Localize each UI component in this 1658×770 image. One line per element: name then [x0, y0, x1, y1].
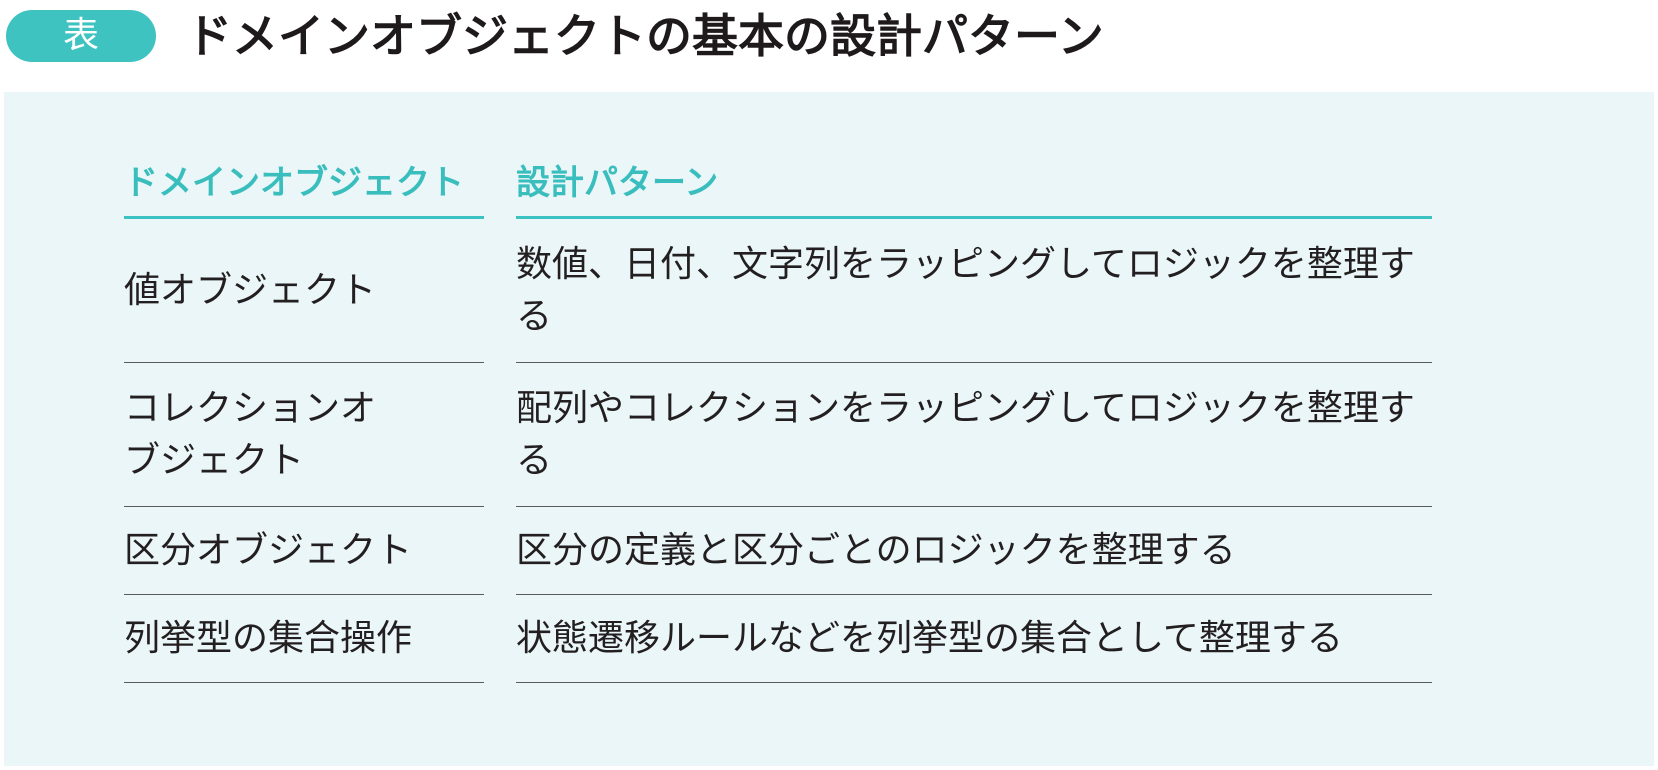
table-title: ドメインオブジェクトの基本の設計パターン: [186, 9, 1104, 63]
column-header-design-pattern: 設計パターン: [516, 150, 1432, 219]
table-row: コレクションオブジェクト 配列やコレクションをラッピングしてロジックを整理する: [124, 363, 1432, 507]
table-header-row: ドメインオブジェクト 設計パターン: [124, 150, 1432, 219]
column-gap: [484, 595, 516, 683]
column-gap: [484, 363, 516, 507]
column-header-domain-object: ドメインオブジェクト: [124, 150, 484, 219]
table-row: 列挙型の集合操作 状態遷移ルールなどを列挙型の集合として整理する: [124, 595, 1432, 683]
design-pattern-description: 配列やコレクションをラッピングしてロジックを整理する: [516, 387, 1415, 481]
domain-object-name: 列挙型の集合操作: [124, 617, 413, 659]
column-gap: [484, 507, 516, 595]
domain-object-cell: 列挙型の集合操作: [124, 595, 484, 683]
design-pattern-cell: 数値、日付、文字列をラッピングしてロジックを整理する: [516, 219, 1432, 363]
domain-object-name: コレクションオブジェクト: [124, 387, 377, 481]
domain-object-cell: 値オブジェクト: [124, 219, 484, 363]
domain-object-name: 値オブジェクト: [124, 269, 377, 311]
column-gap: [484, 150, 516, 219]
design-pattern-cell: 配列やコレクションをラッピングしてロジックを整理する: [516, 363, 1432, 507]
table-label-badge: 表: [6, 10, 156, 62]
design-pattern-description: 区分の定義と区分ごとのロジックを整理する: [516, 529, 1236, 571]
design-pattern-description: 数値、日付、文字列をラッピングしてロジックを整理する: [516, 243, 1415, 337]
table-row: 区分オブジェクト 区分の定義と区分ごとのロジックを整理する: [124, 507, 1432, 595]
table-header: 表 ドメインオブジェクトの基本の設計パターン: [0, 0, 1658, 88]
domain-object-cell: コレクションオブジェクト: [124, 363, 484, 507]
table-row: 値オブジェクト 数値、日付、文字列をラッピングしてロジックを整理する: [124, 219, 1432, 363]
domain-object-name: 区分オブジェクト: [124, 529, 413, 571]
column-gap: [484, 219, 516, 363]
design-pattern-description: 状態遷移ルールなどを列挙型の集合として整理する: [516, 617, 1343, 659]
design-pattern-cell: 区分の定義と区分ごとのロジックを整理する: [516, 507, 1432, 595]
domain-object-cell: 区分オブジェクト: [124, 507, 484, 595]
design-pattern-table: ドメインオブジェクト 設計パターン 値オブジェクト 数値、日付、文字列をラッピン…: [124, 150, 1432, 683]
design-pattern-cell: 状態遷移ルールなどを列挙型の集合として整理する: [516, 595, 1432, 683]
